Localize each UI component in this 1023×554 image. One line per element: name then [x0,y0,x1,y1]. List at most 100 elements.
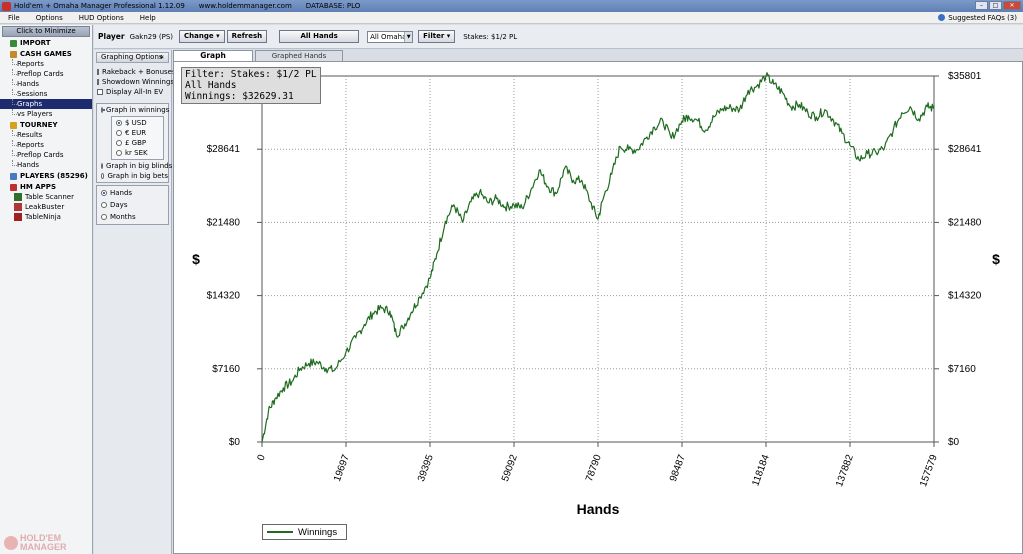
y-tick-label-left: $0 [229,437,241,448]
app-table-scanner-label: Table Scanner [25,193,74,201]
hm-apps-icon [10,183,17,191]
nav-import[interactable]: IMPORT [0,38,92,48]
y-tick-label-right: $7160 [948,364,976,375]
graph-in-big-bets-radio[interactable]: Graph in big bets [97,171,168,181]
nav-cash-games[interactable]: CASH GAMES [0,49,92,59]
nav-cash-reports[interactable]: Reports [0,59,92,69]
x-axis-months-radio[interactable]: Months [97,211,168,223]
x-tick-label: 157579 [918,453,940,489]
currency-gbp-radio[interactable]: £ GBP [112,138,163,148]
showdown-winnings-checkbox[interactable]: Showdown Winnings [94,77,174,87]
cash-icon [10,50,17,58]
app-leakbuster[interactable]: LeakBuster [0,202,92,212]
nav-hm-apps[interactable]: HM APPS [0,182,92,192]
y-tick-label-right: $14320 [948,291,982,302]
graph-in-big-bets-label: Graph in big bets [107,172,168,180]
all-in-ev-label: Display All-In EV [106,88,164,96]
change-player-button[interactable]: Change ▾ [179,30,225,43]
game-type-select[interactable]: All Omaha ▼ [367,30,414,43]
dropdown-arrow-icon: ▾ [446,32,451,40]
y-tick-label-right: $28641 [948,144,982,155]
menu-hud-options[interactable]: HUD Options [71,14,132,22]
currency-eur-radio[interactable]: € EUR [112,128,163,138]
checkbox-box [97,79,99,85]
radio-dot [101,107,105,113]
all-hands-button[interactable]: All Hands [279,30,360,43]
y-tick-label-right: $0 [948,437,960,448]
graph-panel: $0 $0 $7160 $7160 $14320 $14320 $21480 $21480 $2… [173,61,1023,554]
app-tableninja-label: TableNinja [25,213,61,221]
graph-in-big-blinds-radio[interactable]: Graph in big blinds [97,161,172,171]
nav-cash-preflop-cards[interactable]: Preflop Cards [0,69,92,79]
nav-tourney-results[interactable]: Results [0,130,92,140]
stakes-label: Stakes: $1/2 PL [463,32,518,41]
menu-options[interactable]: Options [28,14,71,22]
minimize-window-button[interactable]: – [975,1,988,10]
graph-in-winnings-radio[interactable]: Graph in winnings [97,105,169,115]
minimize-nav-button[interactable]: Click to Minimize [2,26,90,37]
rakeback-checkbox[interactable]: Rakeback + Bonuses [94,67,176,77]
hem-logo: HOLD'EM MANAGER [4,534,67,552]
nav-tourney-reports[interactable]: Reports [0,140,92,150]
database-label: DATABASE: PLO [305,2,361,10]
trophy-icon [10,121,17,129]
website-link[interactable]: www.holdemmanager.com [199,2,292,10]
y-tick-label-left: $7160 [212,364,240,375]
nav-tourney-preflop-cards[interactable]: Preflop Cards [0,150,92,160]
graph-tabs: Graph Graphed Hands [173,50,1023,61]
change-label: Change [184,32,214,40]
refresh-button[interactable]: Refresh [226,30,268,43]
left-navigation: Click to Minimize IMPORT CASH GAMES Repo… [0,25,93,554]
nav-cash-hands[interactable]: Hands [0,79,92,89]
suggested-faqs[interactable]: Suggested FAQs (3) [938,14,1017,22]
nav-cash-vs-players[interactable]: vs Players [0,109,92,119]
filter-label: Filter [423,32,445,40]
maximize-window-button[interactable]: □ [989,1,1002,10]
rakeback-label: Rakeback + Bonuses [102,68,176,76]
filter-button[interactable]: Filter ▾ [418,30,456,43]
collapse-panel-icon[interactable]: « [159,53,164,62]
filter-summary-winnings: Winnings: $32629.31 [185,91,294,102]
dropdown-arrow-icon: ▾ [216,32,220,40]
question-icon [938,14,946,21]
x-axis-days-label: Days [110,201,128,209]
app-icon [2,1,11,11]
x-axis-hands-label: Hands [110,189,133,197]
app-tableninja[interactable]: TableNinja [0,212,92,222]
tab-graph[interactable]: Graph [173,50,253,61]
currency-usd-label: $ USD [125,119,147,127]
close-window-button[interactable]: ✕ [1003,1,1021,10]
x-axis-days-radio[interactable]: Days [97,199,168,211]
y-tick-label-right: $35801 [948,71,982,82]
nav-tourney-hands[interactable]: Hands [0,160,92,170]
x-tick-label: 19697 [332,453,352,483]
currency-usd-radio[interactable]: $ USD [112,118,163,128]
menu-file[interactable]: File [0,14,28,22]
checkbox-box [97,89,103,95]
legend-swatch [267,531,293,533]
filter-summary-stakes: Filter: Stakes: $1/2 PL [185,69,317,80]
nav-cash-graphs[interactable]: Graphs [0,99,92,109]
nav-cash-sessions[interactable]: Sessions [0,89,92,99]
player-label: Player [98,32,125,41]
currency-sek-radio[interactable]: kr SEK [112,148,163,158]
legend-label: Winnings [298,526,338,538]
currency-sek-label: kr SEK [125,149,148,157]
winnings-series-line [261,72,935,443]
menu-help[interactable]: Help [132,14,164,22]
all-in-ev-checkbox[interactable]: Display All-In EV [94,87,171,97]
x-tick-label: 78790 [584,453,604,483]
suggested-faqs-label: Suggested FAQs (3) [948,13,1017,22]
tableninja-icon [14,213,22,221]
x-tick-label: 98487 [668,453,688,483]
currency-eur-label: € EUR [125,129,147,137]
nav-tourney[interactable]: TOURNEY [0,120,92,130]
x-axis-hands-radio[interactable]: Hands [97,187,168,199]
nav-players[interactable]: PLAYERS (85296) [0,171,92,181]
radio-dot [101,163,103,169]
tab-graphed-hands[interactable]: Graphed Hands [255,50,343,61]
graphing-options-title: Graphing Options [101,53,163,61]
graph-in-big-blinds-label: Graph in big blinds [106,162,173,170]
x-tick-label: 39395 [416,453,436,483]
app-table-scanner[interactable]: Table Scanner [0,192,92,202]
